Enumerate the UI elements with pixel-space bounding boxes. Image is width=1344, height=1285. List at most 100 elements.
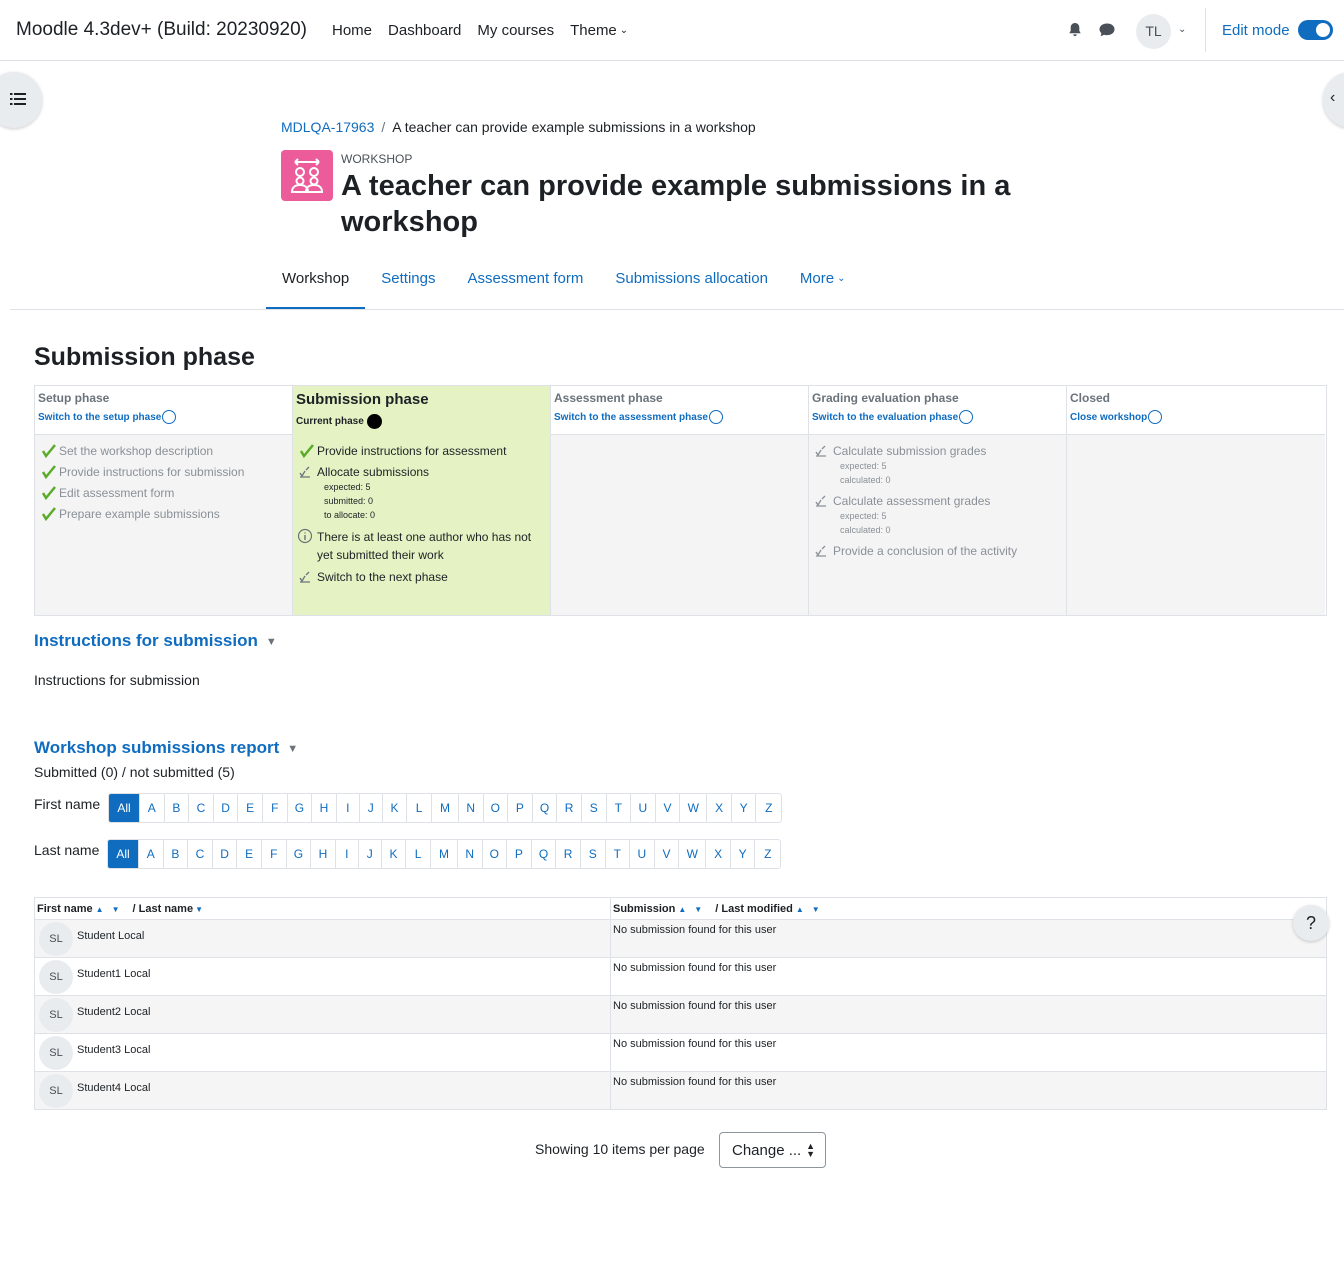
- lastname-initial-y[interactable]: Y: [731, 840, 756, 868]
- firstname-initial-l[interactable]: L: [407, 794, 432, 822]
- nav-theme[interactable]: Theme ⌄: [570, 22, 628, 39]
- firstname-initial-c[interactable]: C: [189, 794, 214, 822]
- lastname-initial-l[interactable]: L: [406, 840, 431, 868]
- nav-dashboard[interactable]: Dashboard: [388, 22, 461, 39]
- sort-desc-icon[interactable]: ▼: [112, 905, 120, 914]
- participant-name[interactable]: Student Local: [77, 930, 144, 942]
- lastname-initial-v[interactable]: V: [655, 840, 680, 868]
- firstname-initial-b[interactable]: B: [165, 794, 190, 822]
- help-button[interactable]: ?: [1293, 905, 1329, 941]
- participant-name[interactable]: Student1 Local: [77, 968, 150, 980]
- lastname-initial-i[interactable]: I: [336, 840, 359, 868]
- switch-phase-link[interactable]: Switch to the assessment phase: [554, 410, 805, 424]
- firstname-initial-f[interactable]: F: [263, 794, 288, 822]
- messages-icon[interactable]: [1098, 22, 1116, 38]
- lastname-initial-h[interactable]: H: [311, 840, 336, 868]
- sort-last-modified[interactable]: / Last modified: [715, 903, 793, 915]
- lastname-initial-all[interactable]: All: [108, 840, 139, 868]
- firstname-initial-e[interactable]: E: [238, 794, 263, 822]
- avatar[interactable]: SL: [39, 1074, 73, 1108]
- breadcrumb-course-link[interactable]: MDLQA-17963: [281, 119, 374, 135]
- sort-submission[interactable]: Submission: [613, 903, 675, 915]
- nav-home[interactable]: Home: [332, 22, 372, 39]
- firstname-initial-all[interactable]: All: [109, 794, 140, 822]
- lastname-initial-p[interactable]: P: [507, 840, 532, 868]
- lastname-initial-a[interactable]: A: [139, 840, 164, 868]
- tab-more[interactable]: More ⌄: [784, 262, 862, 310]
- firstname-initial-n[interactable]: N: [459, 794, 484, 822]
- firstname-initial-x[interactable]: X: [707, 794, 732, 822]
- tab-submissions-allocation[interactable]: Submissions allocation: [599, 262, 784, 310]
- avatar[interactable]: SL: [39, 960, 73, 994]
- block-drawer-button[interactable]: ‹: [1323, 72, 1344, 128]
- participant-name[interactable]: Student4 Local: [77, 1082, 150, 1094]
- lastname-initial-f[interactable]: F: [262, 840, 287, 868]
- lastname-initial-u[interactable]: U: [630, 840, 655, 868]
- task-label[interactable]: Provide instructions for assessment: [317, 443, 546, 459]
- lastname-initial-g[interactable]: G: [287, 840, 312, 868]
- lastname-initial-z[interactable]: Z: [755, 840, 780, 868]
- lastname-initial-w[interactable]: W: [679, 840, 707, 868]
- sort-asc-icon[interactable]: ▲: [96, 905, 104, 914]
- firstname-initial-t[interactable]: T: [607, 794, 632, 822]
- user-menu-chevron-icon[interactable]: ⌄: [1178, 24, 1186, 35]
- lastname-initial-t[interactable]: T: [606, 840, 631, 868]
- participant-name[interactable]: Student2 Local: [77, 1006, 150, 1018]
- lastname-initial-j[interactable]: J: [359, 840, 382, 868]
- sort-asc-icon[interactable]: ▲: [678, 905, 686, 914]
- lastname-initial-r[interactable]: R: [556, 840, 581, 868]
- lastname-initial-o[interactable]: O: [483, 840, 508, 868]
- course-index-drawer-button[interactable]: [0, 72, 42, 128]
- nav-my-courses[interactable]: My courses: [477, 22, 554, 39]
- edit-mode-toggle[interactable]: [1298, 20, 1333, 40]
- participant-name[interactable]: Student3 Local: [77, 1044, 150, 1056]
- firstname-initial-m[interactable]: M: [432, 794, 459, 822]
- report-section-toggle[interactable]: Workshop submissions report ▼: [34, 738, 298, 758]
- firstname-initial-s[interactable]: S: [582, 794, 607, 822]
- task-label[interactable]: Switch to the next phase: [317, 569, 546, 585]
- firstname-initial-y[interactable]: Y: [732, 794, 757, 822]
- avatar[interactable]: SL: [39, 1036, 73, 1070]
- firstname-initial-r[interactable]: R: [557, 794, 582, 822]
- firstname-initial-d[interactable]: D: [214, 794, 239, 822]
- switch-phase-link[interactable]: Close workshop: [1070, 410, 1322, 424]
- bell-icon[interactable]: [1067, 22, 1083, 38]
- lastname-initial-d[interactable]: D: [213, 840, 238, 868]
- sort-first-name[interactable]: First name: [37, 903, 93, 915]
- firstname-initial-z[interactable]: Z: [756, 794, 781, 822]
- instructions-section-toggle[interactable]: Instructions for submission ▼: [34, 631, 277, 651]
- firstname-initial-i[interactable]: I: [337, 794, 360, 822]
- lastname-initial-q[interactable]: Q: [532, 840, 557, 868]
- tab-settings[interactable]: Settings: [365, 262, 451, 310]
- firstname-initial-u[interactable]: U: [631, 794, 656, 822]
- lastname-initial-e[interactable]: E: [237, 840, 262, 868]
- sort-desc-icon[interactable]: ▼: [812, 905, 820, 914]
- site-name[interactable]: Moodle 4.3dev+ (Build: 20230920): [16, 19, 307, 41]
- lastname-initial-x[interactable]: X: [706, 840, 731, 868]
- switch-phase-link[interactable]: Switch to the setup phase: [38, 410, 289, 424]
- lastname-initial-m[interactable]: M: [431, 840, 458, 868]
- lastname-initial-k[interactable]: K: [382, 840, 407, 868]
- switch-phase-link[interactable]: Switch to the evaluation phase: [812, 410, 1063, 424]
- firstname-initial-q[interactable]: Q: [533, 794, 558, 822]
- sort-desc-icon[interactable]: ▼: [694, 905, 702, 914]
- firstname-initial-o[interactable]: O: [484, 794, 509, 822]
- firstname-initial-v[interactable]: V: [656, 794, 681, 822]
- avatar[interactable]: SL: [39, 922, 73, 956]
- tab-workshop[interactable]: Workshop: [266, 262, 366, 310]
- firstname-initial-h[interactable]: H: [312, 794, 337, 822]
- lastname-initial-c[interactable]: C: [188, 840, 213, 868]
- tab-assessment-form[interactable]: Assessment form: [451, 262, 599, 310]
- lastname-initial-n[interactable]: N: [458, 840, 483, 868]
- per-page-select[interactable]: Change ... ▲ ▼: [719, 1132, 826, 1168]
- lastname-initial-b[interactable]: B: [164, 840, 189, 868]
- firstname-initial-a[interactable]: A: [140, 794, 165, 822]
- sort-asc-icon[interactable]: ▲: [796, 905, 804, 914]
- firstname-initial-g[interactable]: G: [288, 794, 313, 822]
- avatar[interactable]: SL: [39, 998, 73, 1032]
- firstname-initial-k[interactable]: K: [383, 794, 408, 822]
- firstname-initial-j[interactable]: J: [360, 794, 383, 822]
- sort-last-name[interactable]: / Last name: [133, 903, 194, 915]
- task-label[interactable]: Allocate submissions: [317, 464, 546, 480]
- firstname-initial-w[interactable]: W: [680, 794, 708, 822]
